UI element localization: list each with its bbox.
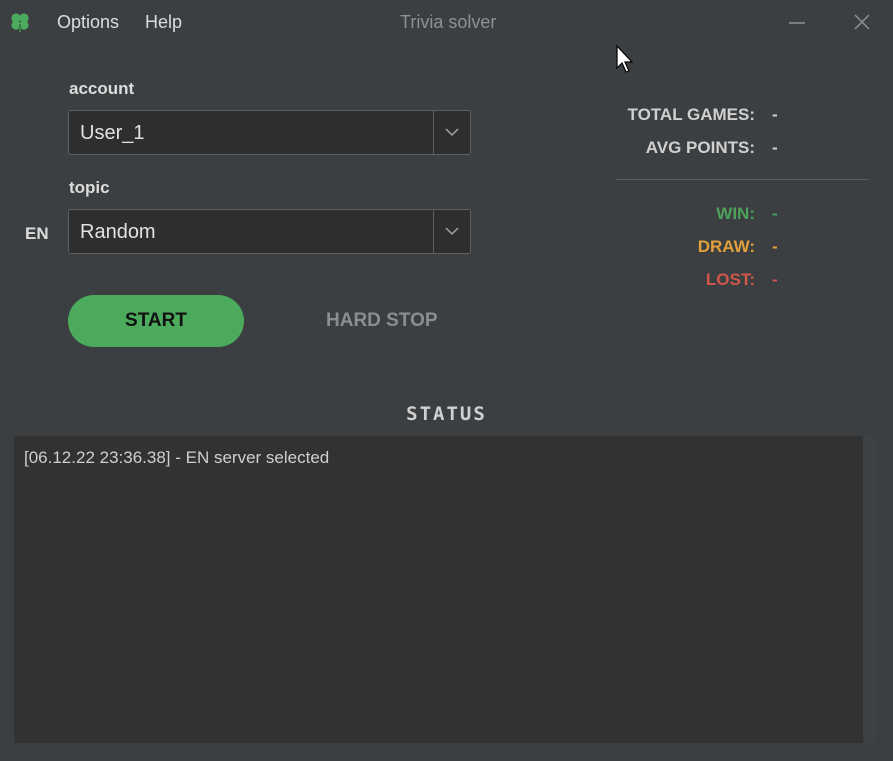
total-games-value: -	[772, 105, 778, 124]
clover-icon	[11, 13, 29, 32]
topic-select[interactable]: Random	[68, 209, 471, 254]
draw-label: DRAW:	[697, 237, 755, 256]
hard-stop-button[interactable]: HARD STOP	[326, 310, 438, 332]
win-value: -	[772, 204, 778, 223]
window-title: Trivia solver	[400, 12, 497, 32]
avg-points-value: -	[772, 138, 778, 157]
close-icon	[854, 14, 870, 30]
chevron-down-icon	[445, 227, 459, 236]
win-label: WIN:	[716, 204, 755, 223]
status-log-line: [06.12.22 23:36.38] - EN server selected	[24, 448, 330, 467]
stats-divider	[616, 179, 869, 180]
title-bar: Options Help Trivia solver	[0, 0, 893, 46]
topic-label: topic	[69, 178, 110, 197]
status-log[interactable]: [06.12.22 23:36.38] - EN server selected	[14, 436, 863, 743]
status-scrollbar[interactable]	[865, 436, 875, 743]
menu-help[interactable]: Help	[145, 12, 182, 33]
minimize-button[interactable]	[782, 8, 812, 38]
start-button[interactable]: START	[68, 295, 244, 347]
menu-options[interactable]: Options	[57, 12, 119, 33]
total-games-label: TOTAL GAMES:	[627, 105, 756, 124]
close-button[interactable]	[847, 8, 877, 38]
avg-points-label: AVG POINTS:	[645, 138, 755, 157]
draw-value: -	[772, 237, 778, 256]
chevron-down-icon	[445, 128, 459, 137]
account-select[interactable]: User_1	[68, 110, 471, 155]
account-select-value: User_1	[80, 122, 145, 144]
mouse-cursor-icon	[616, 45, 634, 73]
status-title: STATUS	[406, 403, 487, 425]
account-dropdown-button[interactable]	[433, 111, 470, 154]
minimize-icon	[789, 22, 805, 24]
language-label: EN	[25, 224, 49, 243]
lost-value: -	[772, 270, 778, 289]
lost-label: LOST:	[705, 270, 755, 289]
topic-select-value: Random	[80, 221, 156, 243]
account-label: account	[69, 79, 135, 98]
topic-dropdown-button[interactable]	[433, 210, 470, 253]
